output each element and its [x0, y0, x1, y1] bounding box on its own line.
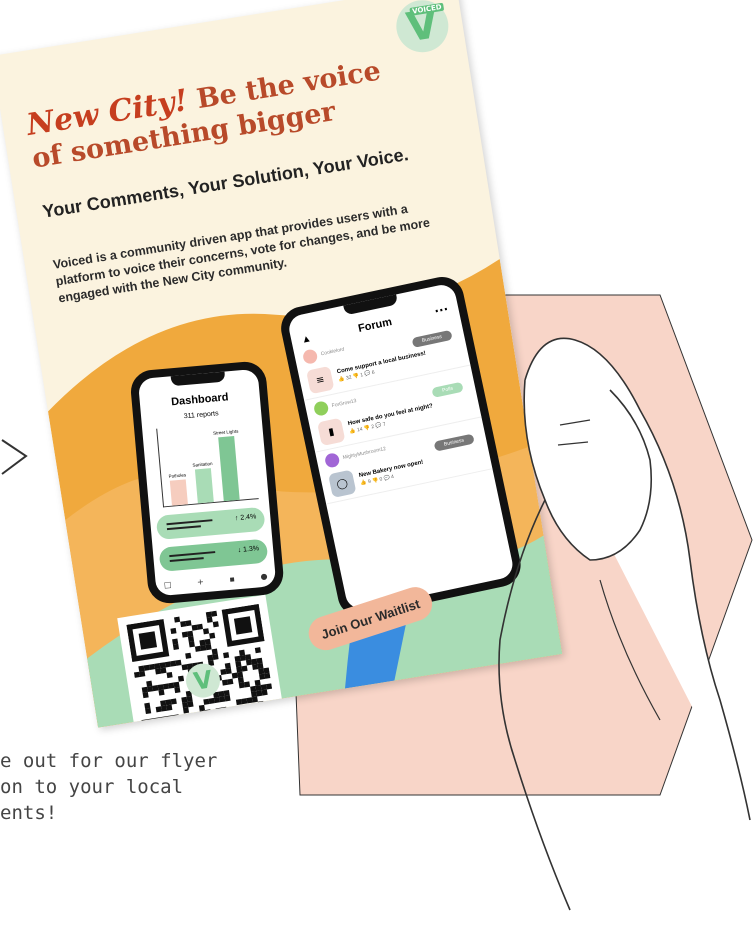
avatar: [323, 452, 341, 469]
plus-icon[interactable]: +: [197, 577, 204, 587]
post-thumbnail-icon: ▮: [317, 417, 346, 447]
post-thumbnail-icon: ≡: [306, 365, 335, 395]
post-user: Cookielord: [320, 346, 345, 358]
flame-icon[interactable]: ▲: [300, 333, 312, 346]
flyer-caption: e out for our flyer on to your local ent…: [0, 750, 218, 825]
post-user: MightyMushroom12: [342, 445, 387, 461]
chart-icon[interactable]: ▪: [229, 574, 235, 583]
dashboard-bar-label: Street Lights: [212, 428, 239, 436]
home-icon[interactable]: □: [163, 580, 171, 590]
stat-pill-up[interactable]: ↑ 2.4%: [155, 506, 266, 541]
dashboard-bar: [194, 468, 214, 504]
avatar: [312, 400, 330, 417]
avatar: [301, 348, 319, 365]
stat-up-value: ↑ 2.4%: [234, 513, 257, 523]
dashboard-bar: [169, 479, 188, 506]
dashboard-dock: □ + ▪ ●: [163, 572, 267, 590]
dashboard-bar-label: Sanitation: [192, 461, 213, 469]
dashboard-bar-chart: Potholes Sanitation Street Lights: [156, 420, 259, 508]
user-icon[interactable]: ●: [260, 572, 268, 582]
post-thumbnail-icon: ◯: [328, 469, 357, 498]
stat-pill-down[interactable]: ↓ 1.3%: [158, 538, 269, 572]
dashboard-screen: Dashboard 311 reports Potholes Sanitation…: [137, 368, 277, 597]
dashboard-bar-label: Potholes: [168, 472, 187, 479]
arrow-doodle-icon: [1, 439, 28, 475]
dashboard-phone: Dashboard 311 reports Potholes Sanitation…: [129, 360, 286, 605]
post-user: ForGrow13: [331, 398, 358, 410]
dashboard-bar: [218, 435, 240, 502]
stat-down-value: ↓ 1.3%: [237, 545, 260, 555]
